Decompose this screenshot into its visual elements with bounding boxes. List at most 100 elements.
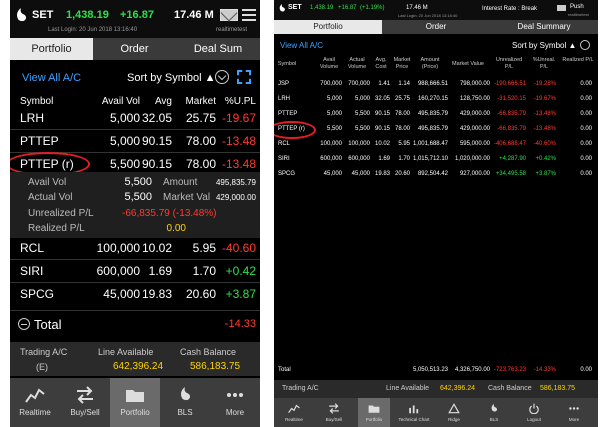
table-row[interactable]: PTTEP (r) 5,500 5,500 90.15 78.00 495,835.79 4… — [274, 123, 598, 135]
table-row[interactable]: SIRI 600,000 600,000 1.69 1.70 1,015,712.10 1,… — [274, 153, 598, 165]
row-unrealized: -406,688.47 — [493, 141, 526, 147]
chevron-down-icon[interactable] — [215, 70, 229, 84]
col-avg: Avg — [154, 96, 172, 107]
trading-ac-value[interactable]: (E) — [36, 362, 48, 372]
nav-portfolio[interactable]: Portfolio — [110, 378, 160, 427]
col-unrealized-pct: %Unreal. P/L — [532, 57, 556, 70]
row-amount: 160,270.15 — [417, 96, 448, 102]
nav-logout[interactable]: Logout — [518, 398, 550, 427]
cash-balance-value: 586,183.75 — [190, 361, 241, 372]
detail-value: 429,000.00 — [215, 193, 256, 202]
sort-button[interactable]: Sort by Symbol ▲ — [512, 41, 576, 50]
account-summary: Trading A/C Line Available 642,396.24 Ca… — [274, 380, 598, 398]
tab-order[interactable]: Order — [93, 38, 176, 60]
nav-buy-sell[interactable]: Buy/Sell — [60, 378, 110, 427]
row-avg-cost: 90.15 — [374, 126, 390, 132]
chart-line-icon — [25, 388, 45, 403]
row-unrealized: +34,495.58 — [495, 171, 526, 177]
col-upl-pct: %U.PL — [224, 96, 256, 107]
nav-label: Ridge — [448, 417, 460, 422]
table-row[interactable]: SPCG 45,000 45,000 19.83 20.60 892,504.42 927,… — [274, 168, 598, 180]
bls-logo-icon — [181, 387, 191, 401]
row-avail-vol: 45,000 — [103, 287, 140, 301]
col-symbol: Symbol — [277, 61, 297, 67]
detail-label: Unrealized P/L — [28, 208, 94, 219]
market-header: SET 1,438.19 +16.87 (+1.19%) 17.46 M Las… — [274, 0, 598, 20]
row-avg: 1.69 — [148, 264, 172, 278]
tab-order[interactable]: Order — [382, 20, 490, 34]
nav-bls[interactable]: BLS — [478, 398, 510, 427]
nav-more[interactable]: More — [558, 398, 590, 427]
tablet-screen: SET 1,438.19 +16.87 (+1.19%) 17.46 M Las… — [274, 0, 598, 427]
row-upl-pct: -13.48 — [221, 134, 256, 148]
row-market-price: 1.70 — [398, 156, 410, 162]
row-symbol: RCL — [20, 241, 45, 255]
row-market: 1.70 — [192, 264, 216, 278]
table-row[interactable]: RCL 100,000 10.02 5.95 -40.60 — [10, 238, 260, 258]
col-unrealized: Unrealized P/L — [495, 57, 523, 70]
detail-value: -66,835.79 (-13.48%) — [122, 208, 217, 219]
row-divider — [10, 282, 260, 283]
chart-line-icon — [288, 404, 300, 414]
row-amount: 495,835.79 — [417, 126, 448, 132]
bls-logo-icon — [491, 403, 498, 412]
tab-deal-summary[interactable]: Deal Summary — [490, 20, 598, 34]
row-divider — [10, 310, 260, 311]
menu-icon[interactable] — [242, 9, 256, 21]
mail-icon[interactable] — [220, 9, 238, 21]
total-row[interactable]: Total -14.33 — [10, 314, 260, 334]
col-avail-volume: Avail Volume — [319, 57, 339, 70]
cash-balance-value: 586,183.75 — [540, 385, 576, 392]
view-all-link[interactable]: View All A/C — [22, 72, 81, 84]
tab-deal-sum[interactable]: Deal Sum — [176, 38, 260, 60]
row-realized: 0.00 — [580, 126, 592, 132]
total-label: Total — [278, 367, 291, 373]
market-header: SET 1,438.19 +16.87 17.46 M Last Login: … — [10, 0, 260, 38]
sort-button[interactable]: Sort by Symbol ▲ — [127, 72, 216, 84]
table-row[interactable]: PTTEP 5,000 5,500 90.15 78.00 495,835.79 429,0… — [274, 108, 598, 120]
tab-portfolio[interactable]: Portfolio — [274, 20, 382, 34]
nav-portfolio[interactable]: Portfolio — [358, 398, 390, 427]
tab-portfolio[interactable]: Portfolio — [10, 38, 93, 60]
row-upl-pct: +3.87 — [225, 287, 256, 301]
index-name: SET — [288, 4, 302, 11]
view-all-link[interactable]: View All A/C — [280, 41, 323, 50]
row-actual-volume: 45,000 — [351, 171, 370, 177]
nav-buy-sell[interactable]: Buy/Sell — [318, 398, 350, 427]
table-row[interactable]: PTTEP 5,000 90.15 78.00 -13.48 — [10, 131, 260, 151]
table-row[interactable]: RCL 100,000 100,000 10.02 5.95 1,001,688.47 59… — [274, 138, 598, 150]
table-row[interactable]: LRH 5,000 32.05 25.75 -19.67 — [10, 108, 260, 128]
nav-more[interactable]: More — [210, 378, 260, 427]
total-amount: 5,050,513.23 — [412, 367, 448, 373]
mail-icon[interactable] — [557, 5, 566, 11]
table-row[interactable]: JSP 700,000 700,000 1.41 1.14 988,666.51 798,0… — [274, 78, 598, 90]
chevron-down-icon[interactable] — [580, 40, 590, 50]
nav-technical-chart[interactable]: Technical Chart — [398, 398, 430, 427]
detail-value: 5,500 — [124, 191, 152, 203]
row-market-price: 20.60 — [394, 171, 410, 177]
expand-icon[interactable] — [237, 70, 251, 84]
index-price: 1,438.19 — [310, 5, 334, 11]
row-market-value: 429,000.00 — [459, 126, 490, 132]
nav-ridge[interactable]: Ridge — [438, 398, 470, 427]
trading-ac-label[interactable]: Trading A/C — [282, 385, 319, 392]
row-unrealized: -31,520.15 — [497, 96, 526, 102]
table-row[interactable]: LRH 5,000 5,000 32.05 25.75 160,270.15 128,750… — [274, 93, 598, 105]
nav-label: Portfolio — [120, 408, 150, 417]
table-row[interactable]: SIRI 600,000 1.69 1.70 +0.42 — [10, 261, 260, 281]
table-row[interactable]: SPCG 45,000 19.83 20.60 +3.87 — [10, 284, 260, 304]
folder-icon — [368, 405, 380, 413]
push-label[interactable]: Push — [570, 4, 584, 10]
nav-bls[interactable]: BLS — [160, 378, 210, 427]
portfolio-toolbar: View All A/C Sort by Symbol ▲ — [274, 34, 598, 54]
collapse-icon[interactable] — [18, 318, 30, 330]
row-unrealized-pct: -13.48% — [533, 126, 556, 132]
total-unrealized-pct: -14.33% — [533, 367, 556, 373]
nav-realtime[interactable]: Realtime — [10, 378, 60, 427]
index-change: +16.87 — [120, 9, 154, 21]
row-unrealized: -66,835.79 — [497, 126, 526, 132]
row-avail-volume: 600,000 — [320, 156, 342, 162]
nav-realtime[interactable]: Realtime — [278, 398, 310, 427]
swap-arrows-icon — [329, 403, 339, 414]
row-unrealized: +4,287.90 — [499, 156, 526, 162]
